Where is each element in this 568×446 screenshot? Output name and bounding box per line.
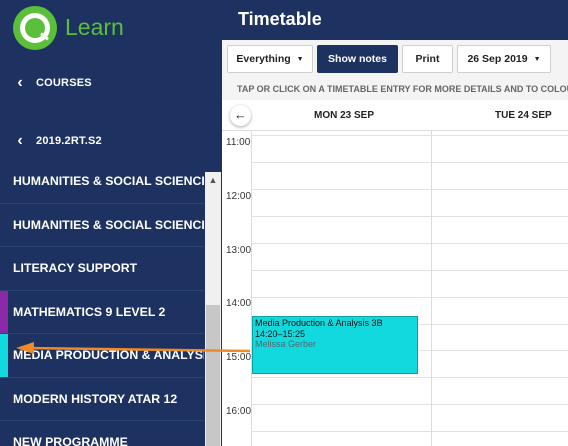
course-name: NEW PROGRAMME bbox=[13, 435, 128, 446]
day-header: TUE 24 SEP bbox=[495, 110, 552, 121]
sidebar: Learn ‹ COURSES ‹ 2019.2RT.S2 HUMANITIES… bbox=[0, 0, 222, 446]
chevron-left-icon: ‹ bbox=[17, 132, 23, 149]
timetable-grid: 11:00 12:00 13:00 14:00 15:00 16:00 Medi… bbox=[222, 131, 568, 446]
hour-line bbox=[252, 189, 568, 190]
course-color-bar bbox=[0, 290, 8, 333]
course-color-bar bbox=[0, 334, 8, 377]
hour-line bbox=[252, 297, 568, 298]
course-item[interactable]: MATHEMATICS 9 LEVEL 2 bbox=[0, 290, 204, 334]
timetable-event[interactable]: Media Production & Analysis 3B 14:20–15:… bbox=[252, 316, 418, 374]
half-hour-line bbox=[252, 270, 568, 271]
sidebar-scrollbar[interactable]: ▲ bbox=[205, 172, 221, 446]
event-teacher: Melissa Gerber bbox=[255, 339, 317, 349]
course-name: MODERN HISTORY ATAR 12 bbox=[13, 391, 178, 406]
show-notes-button[interactable]: Show notes bbox=[317, 45, 398, 73]
course-item[interactable]: HUMANITIES & SOCIAL SCIENCE bbox=[0, 160, 204, 204]
date-picker-label: 26 Sep 2019 bbox=[467, 53, 528, 65]
previous-week-button[interactable]: ← bbox=[230, 105, 251, 126]
course-name: LITERACY SUPPORT bbox=[13, 261, 138, 276]
course-item[interactable]: MODERN HISTORY ATAR 12 bbox=[0, 377, 204, 421]
course-item[interactable]: NEW PROGRAMME bbox=[0, 421, 204, 446]
filter-dropdown[interactable]: Everything ▼ bbox=[227, 45, 313, 73]
course-item[interactable]: LITERACY SUPPORT bbox=[0, 247, 204, 291]
course-color-bar bbox=[0, 247, 8, 290]
day-divider bbox=[431, 131, 432, 446]
course-name: MATHEMATICS 9 LEVEL 2 bbox=[13, 304, 166, 319]
days-header: ← MON 23 SEP TUE 24 SEP bbox=[222, 100, 568, 131]
course-name: HUMANITIES & SOCIAL SCIENCE bbox=[13, 217, 204, 232]
caret-down-icon: ▼ bbox=[296, 55, 304, 63]
time-label: 16:00 bbox=[226, 406, 252, 417]
app-header: Timetable bbox=[222, 0, 568, 40]
brand-name: Learn bbox=[65, 14, 124, 40]
time-label: 13:00 bbox=[226, 245, 252, 256]
page-title: Timetable bbox=[238, 9, 322, 29]
half-hour-line bbox=[252, 162, 568, 163]
caret-down-icon: ▼ bbox=[533, 55, 541, 63]
date-picker[interactable]: 26 Sep 2019 ▼ bbox=[457, 45, 551, 73]
hour-line bbox=[252, 243, 568, 244]
course-color-bar bbox=[0, 160, 8, 203]
show-notes-label: Show notes bbox=[328, 53, 387, 65]
course-color-bar bbox=[0, 203, 8, 246]
print-label: Print bbox=[415, 53, 440, 65]
back-to-term-label: 2019.2RT.S2 bbox=[36, 135, 102, 147]
event-time: 14:20–15:25 bbox=[255, 328, 306, 339]
half-hour-line bbox=[252, 431, 568, 432]
course-name: HUMANITIES & SOCIAL SCIENCE bbox=[13, 174, 204, 189]
course-color-bar bbox=[0, 377, 8, 420]
day-header: MON 23 SEP bbox=[314, 110, 375, 121]
time-label: 14:00 bbox=[226, 298, 252, 309]
course-item[interactable]: MEDIA PRODUCTION & ANALYSIS bbox=[0, 334, 204, 378]
back-to-term[interactable]: ‹ 2019.2RT.S2 bbox=[0, 121, 222, 161]
brand[interactable]: Learn bbox=[0, 0, 222, 56]
event-title: Media Production & Analysis 3B bbox=[255, 318, 383, 328]
course-item[interactable]: HUMANITIES & SOCIAL SCIENCE bbox=[0, 203, 204, 247]
time-column: 11:00 12:00 13:00 14:00 15:00 16:00 bbox=[222, 131, 252, 446]
time-label: 11:00 bbox=[226, 137, 251, 148]
scrollbar-thumb[interactable] bbox=[206, 305, 220, 446]
instruction-hint: TAP OR CLICK ON A TIMETABLE ENTRY FOR MO… bbox=[222, 78, 568, 100]
chevron-left-icon: ‹ bbox=[17, 74, 23, 91]
scroll-up-icon[interactable]: ▲ bbox=[205, 172, 221, 188]
toolbar: Everything ▼ Show notes Print 26 Sep 201… bbox=[222, 40, 568, 78]
time-label: 15:00 bbox=[226, 352, 252, 363]
arrow-left-icon: ← bbox=[234, 107, 247, 122]
course-list: HUMANITIES & SOCIAL SCIENCE HUMANITIES &… bbox=[0, 160, 204, 446]
course-color-bar bbox=[0, 421, 8, 446]
half-hour-line bbox=[252, 377, 568, 378]
time-label: 12:00 bbox=[226, 191, 252, 202]
print-button[interactable]: Print bbox=[402, 45, 453, 73]
filter-dropdown-label: Everything bbox=[236, 53, 291, 65]
half-hour-line bbox=[252, 216, 568, 217]
back-to-courses[interactable]: ‹ COURSES bbox=[0, 63, 222, 103]
learn-logo-icon bbox=[13, 6, 57, 50]
hour-line bbox=[252, 135, 568, 136]
hour-line bbox=[252, 404, 568, 405]
back-to-courses-label: COURSES bbox=[36, 77, 92, 89]
course-name: MEDIA PRODUCTION & ANALYSIS bbox=[13, 348, 204, 363]
